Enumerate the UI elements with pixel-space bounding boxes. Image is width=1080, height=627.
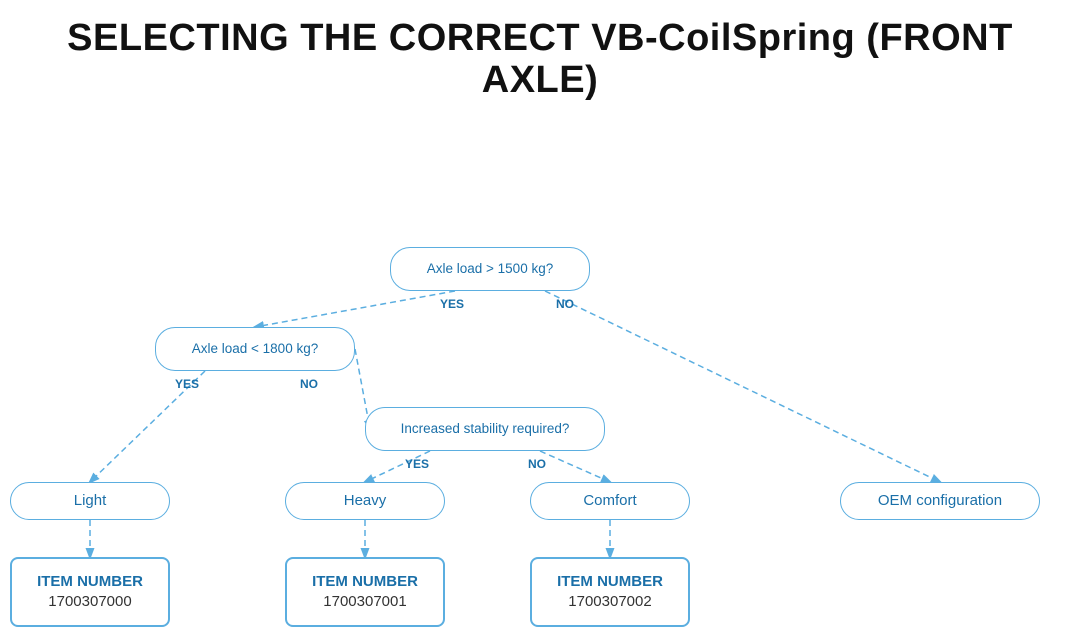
item-label-3: ITEM NUMBER [557, 572, 663, 592]
decision-node-3: Increased stability required? [365, 407, 605, 451]
item-box-1: ITEM NUMBER 1700307000 [10, 557, 170, 627]
item-label-2: ITEM NUMBER [312, 572, 418, 592]
decision-node-1: Axle load > 1500 kg? [390, 247, 590, 291]
item-number-3: 1700307002 [568, 592, 651, 612]
page-title: SELECTING THE CORRECT VB-CoilSpring (FRO… [0, 0, 1080, 112]
item-label-1: ITEM NUMBER [37, 572, 143, 592]
result-heavy: Heavy [285, 482, 445, 520]
diagram: Axle load > 1500 kg? YES NO Axle load < … [0, 117, 1080, 617]
q2-yes-label: YES [175, 377, 199, 391]
result-oem: OEM configuration [840, 482, 1040, 520]
result-light: Light [10, 482, 170, 520]
q1-no-label: NO [556, 297, 574, 311]
item-number-2: 1700307001 [323, 592, 406, 612]
q2-no-label: NO [300, 377, 318, 391]
decision-node-2: Axle load < 1800 kg? [155, 327, 355, 371]
q1-yes-label: YES [440, 297, 464, 311]
result-comfort: Comfort [530, 482, 690, 520]
item-number-1: 1700307000 [48, 592, 131, 612]
item-box-2: ITEM NUMBER 1700307001 [285, 557, 445, 627]
item-box-3: ITEM NUMBER 1700307002 [530, 557, 690, 627]
q3-yes-label: YES [405, 457, 429, 471]
q3-no-label: NO [528, 457, 546, 471]
